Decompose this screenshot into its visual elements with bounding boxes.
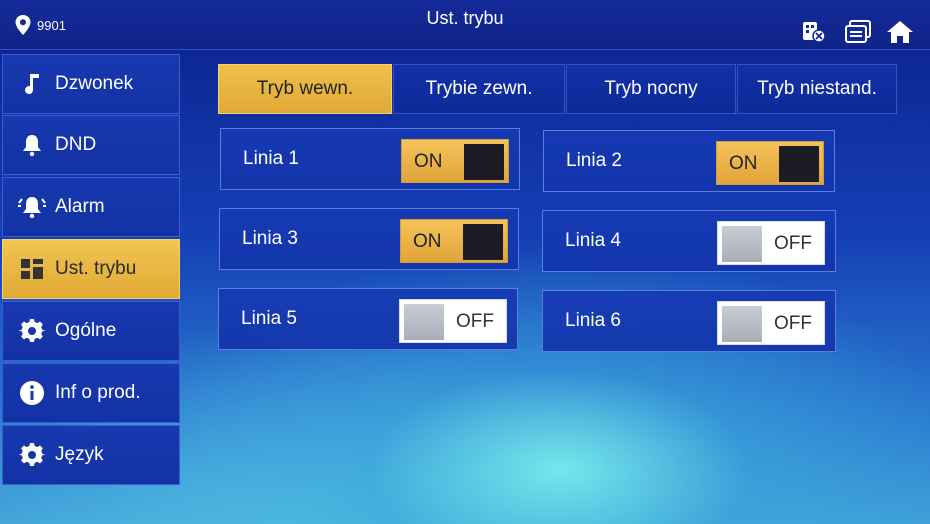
mode-tabs: Tryb wewn. Trybie zewn. Tryb nocny Tryb … xyxy=(218,64,898,114)
sidebar-item-inf-o-prod[interactable]: Inf o prod. xyxy=(2,363,180,423)
line-label: Linia 3 xyxy=(242,228,298,249)
line-4-toggle[interactable]: OFF xyxy=(717,221,825,265)
toggle-knob xyxy=(779,146,819,182)
line-label: Linia 6 xyxy=(565,310,621,331)
toggle-state: ON xyxy=(414,151,443,172)
sidebar-item-label: Ust. trybu xyxy=(55,258,137,279)
line-label: Linia 2 xyxy=(566,150,622,171)
sidebar-item-alarm[interactable]: Alarm xyxy=(2,177,180,237)
line-label: Linia 4 xyxy=(565,230,621,251)
page-title: Ust. trybu xyxy=(426,8,504,28)
top-bar: 9901 Ust. trybu xyxy=(0,0,930,50)
tab-tryb-wewn[interactable]: Tryb wewn. xyxy=(218,64,392,114)
tab-trybie-zewn[interactable]: Trybie zewn. xyxy=(393,64,565,114)
toggle-knob xyxy=(722,306,762,342)
toggle-knob xyxy=(404,304,444,340)
sidebar-item-jezyk[interactable]: Język xyxy=(2,425,180,485)
line-card-2: Linia 2 ON xyxy=(543,130,835,192)
sidebar-item-label: Dzwonek xyxy=(55,73,134,94)
line-card-5: Linia 5 OFF xyxy=(218,288,518,350)
sidebar-item-ogolne[interactable]: Ogólne xyxy=(2,301,180,361)
toggle-state: OFF xyxy=(456,311,494,332)
line-6-toggle[interactable]: OFF xyxy=(717,301,825,345)
line-2-toggle[interactable]: ON xyxy=(716,141,824,185)
monitor-status-icon[interactable] xyxy=(802,20,830,44)
line-label: Linia 1 xyxy=(243,148,299,169)
line-card-6: Linia 6 OFF xyxy=(542,290,836,352)
line-3-toggle[interactable]: ON xyxy=(400,219,508,263)
sidebar-item-label: DND xyxy=(55,134,97,155)
line-card-3: Linia 3 ON xyxy=(219,208,519,270)
home-icon[interactable] xyxy=(886,20,914,44)
messages-icon[interactable] xyxy=(844,20,872,44)
line-card-1: Linia 1 ON xyxy=(220,128,520,190)
toggle-state: ON xyxy=(729,153,758,174)
sidebar-item-label: Inf o prod. xyxy=(55,382,141,403)
line-5-toggle[interactable]: OFF xyxy=(399,299,507,343)
gear-icon xyxy=(17,442,47,468)
sidebar-item-label: Ogólne xyxy=(55,320,117,341)
toggle-knob xyxy=(722,226,762,262)
toggle-state: OFF xyxy=(774,313,812,334)
sidebar-item-label: Alarm xyxy=(55,196,105,217)
sidebar-item-dzwonek[interactable]: Dzwonek xyxy=(2,54,180,114)
toggle-knob xyxy=(463,224,503,260)
toggle-state: ON xyxy=(413,231,442,252)
music-note-icon xyxy=(17,71,47,97)
bell-icon xyxy=(17,132,47,158)
screen: 9901 Ust. trybu Dzwonek DND Alarm Ust. t… xyxy=(0,0,930,524)
line-card-4: Linia 4 OFF xyxy=(542,210,836,272)
sidebar-item-ust-trybu[interactable]: Ust. trybu xyxy=(2,239,180,299)
sidebar-item-dnd[interactable]: DND xyxy=(2,115,180,175)
info-icon xyxy=(17,380,47,406)
line-1-toggle[interactable]: ON xyxy=(401,139,509,183)
toggle-knob xyxy=(464,144,504,180)
mode-grid-icon xyxy=(17,256,47,282)
toggle-state: OFF xyxy=(774,233,812,254)
sidebar-item-label: Język xyxy=(55,444,104,465)
tab-tryb-nocny[interactable]: Tryb nocny xyxy=(566,64,736,114)
line-label: Linia 5 xyxy=(241,308,297,329)
tab-tryb-niestand[interactable]: Tryb niestand. xyxy=(737,64,897,114)
gear-icon xyxy=(17,318,47,344)
alarm-bell-icon xyxy=(17,194,47,220)
